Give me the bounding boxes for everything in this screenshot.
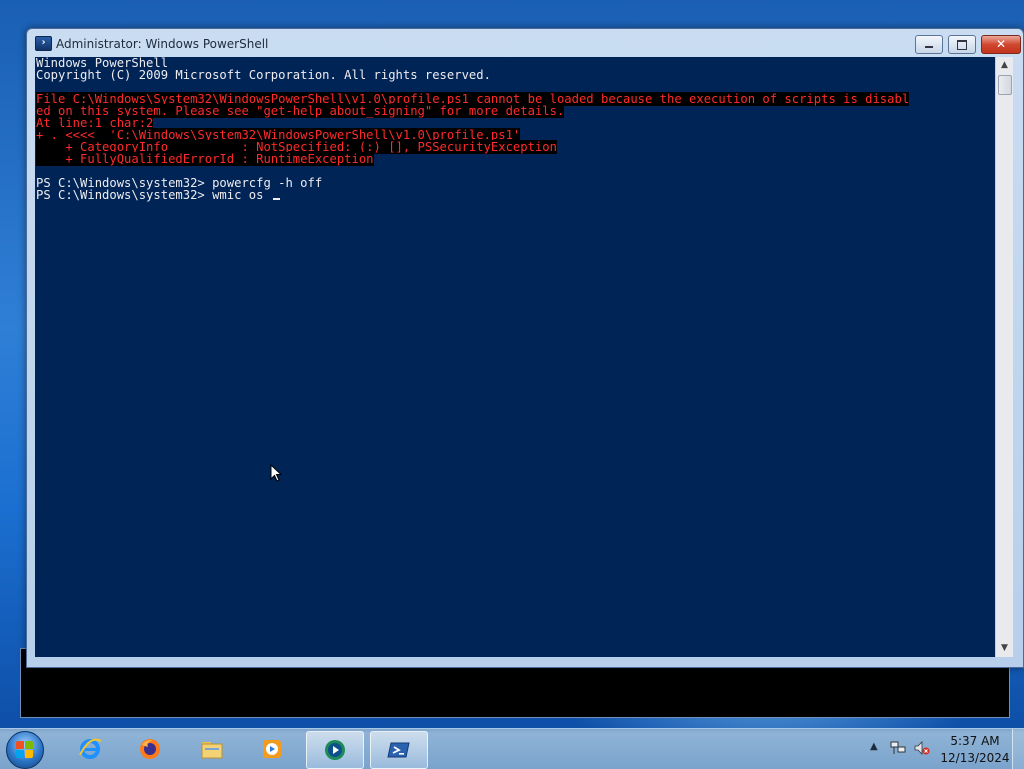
clock-time[interactable]: 5:37 AM [944, 734, 1006, 748]
close-icon: ✕ [995, 37, 1007, 51]
prompt-text: PS C:\Windows\system32> wmic os [36, 188, 271, 202]
network-icon[interactable] [890, 741, 906, 755]
console-line: Copyright (C) 2009 Microsoft Corporation… [36, 68, 491, 82]
window-title: Administrator: Windows PowerShell [56, 37, 269, 51]
taskbar-file-explorer[interactable] [184, 731, 240, 767]
folder-icon [201, 742, 223, 759]
taskbar: ▲ 5:37 AM 12/13/2024 [0, 728, 1024, 769]
close-button[interactable]: ✕ [981, 35, 1021, 54]
maximize-icon [957, 40, 967, 50]
title-bar[interactable]: › Administrator: Windows PowerShell ✕ [27, 29, 1023, 57]
start-button[interactable] [6, 731, 44, 769]
media-player-icon [263, 740, 281, 758]
show-hidden-icons-arrow[interactable]: ▲ [870, 741, 878, 752]
desktop: › Administrator: Windows PowerShell ✕ Wi… [0, 0, 1024, 728]
taskbar-media-center[interactable] [306, 731, 364, 769]
powershell-icon [387, 742, 410, 758]
ie-icon [79, 738, 102, 759]
clock-date[interactable]: 12/13/2024 [940, 751, 1010, 765]
scrollbar-thumb[interactable] [998, 75, 1012, 95]
firefox-icon [140, 739, 160, 759]
taskbar-firefox[interactable] [122, 731, 178, 767]
maximize-button[interactable] [948, 35, 976, 54]
console-output[interactable]: Windows PowerShell Copyright (C) 2009 Mi… [35, 57, 995, 657]
windows-start-icon [16, 741, 34, 759]
vertical-scrollbar[interactable]: ▲ ▼ [995, 57, 1013, 657]
text-cursor [272, 198, 280, 200]
volume-muted-icon[interactable] [914, 741, 930, 755]
mouse-pointer-icon [270, 464, 282, 482]
scroll-down-arrow-icon[interactable]: ▼ [996, 640, 1013, 657]
taskbar-media-player[interactable] [244, 731, 300, 767]
current-prompt[interactable]: PS C:\Windows\system32> wmic os [36, 189, 280, 201]
taskbar-internet-explorer[interactable] [62, 731, 118, 767]
scroll-up-arrow-icon[interactable]: ▲ [996, 57, 1013, 74]
minimize-button[interactable] [915, 35, 943, 54]
error-line: + FullyQualifiedErrorId : RuntimeExcepti… [36, 152, 374, 166]
powershell-icon[interactable]: › [35, 36, 52, 51]
system-tray: ▲ 5:37 AM 12/13/2024 [862, 729, 1024, 769]
taskbar-powershell[interactable] [370, 731, 428, 769]
show-desktop-button[interactable] [1012, 729, 1024, 769]
media-center-icon [325, 740, 345, 760]
minimize-icon [925, 46, 933, 48]
powershell-window[interactable]: › Administrator: Windows PowerShell ✕ Wi… [26, 28, 1024, 668]
